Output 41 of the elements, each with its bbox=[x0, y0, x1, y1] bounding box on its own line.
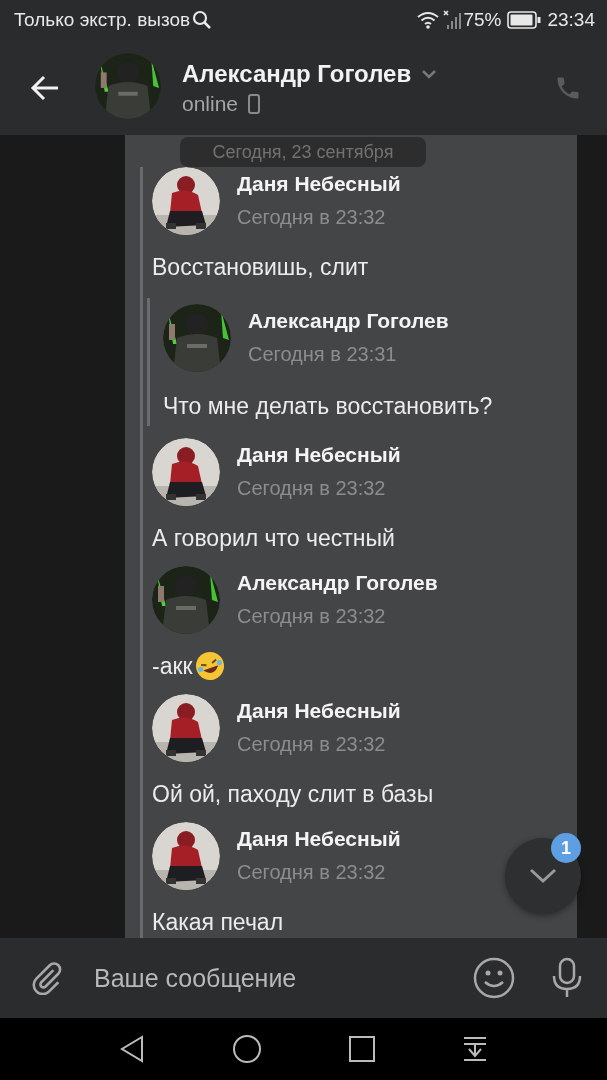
home-button[interactable] bbox=[231, 1034, 262, 1064]
date-label: Сегодня, 23 сентября bbox=[180, 137, 426, 167]
message-time: Сегодня в 23:31 bbox=[248, 342, 398, 366]
online-status: online bbox=[182, 91, 239, 116]
message-time: Сегодня в 23:32 bbox=[237, 205, 387, 229]
back-button[interactable] bbox=[30, 74, 60, 101]
status-text: Только экстр. вызов bbox=[14, 9, 191, 31]
search-icon bbox=[192, 10, 213, 30]
message-text: Что мне делать восстановить? bbox=[163, 392, 493, 421]
author-name: Даня Небесный bbox=[237, 698, 401, 723]
attach-button[interactable] bbox=[30, 961, 64, 995]
chevron-down-icon bbox=[421, 68, 438, 79]
author-name: Александр Гоголев bbox=[248, 308, 449, 333]
message-text: -акк bbox=[152, 652, 193, 681]
message-text: Ой ой, паходу слит в базы bbox=[152, 780, 434, 809]
message-text: Восстановишь, слит bbox=[152, 253, 369, 282]
emoji-button[interactable] bbox=[473, 957, 515, 999]
message-text: Какая печал bbox=[152, 908, 284, 937]
author-name: Даня Небесный bbox=[237, 826, 401, 851]
microphone-button[interactable] bbox=[551, 957, 583, 999]
message-time: Сегодня в 23:32 bbox=[237, 604, 387, 628]
wifi-icon bbox=[417, 11, 440, 29]
author-name: Даня Небесный bbox=[237, 442, 401, 467]
message-input-bar[interactable]: Ваше сообщение bbox=[0, 938, 607, 1018]
message-time: Сегодня в 23:32 bbox=[237, 860, 387, 884]
signal-icon bbox=[443, 10, 464, 30]
author-name: Даня Небесный bbox=[237, 171, 401, 196]
notifications-button[interactable] bbox=[462, 1036, 489, 1062]
contact-name: Александр Гоголев bbox=[182, 59, 412, 88]
battery-percent: 75% bbox=[463, 9, 502, 31]
chevron-down-icon bbox=[529, 868, 557, 884]
phone-icon bbox=[248, 93, 261, 114]
message-time: Сегодня в 23:32 bbox=[237, 732, 387, 756]
message-text: А говорил что честный bbox=[152, 524, 395, 553]
author-name: Александр Гоголев bbox=[237, 570, 438, 595]
clock: 23:34 bbox=[547, 9, 595, 31]
back-nav-button[interactable] bbox=[118, 1035, 145, 1063]
battery-icon bbox=[507, 11, 542, 29]
message-time: Сегодня в 23:32 bbox=[237, 476, 387, 500]
recents-button[interactable] bbox=[349, 1036, 376, 1062]
message-input[interactable]: Ваше сообщение bbox=[94, 959, 455, 997]
